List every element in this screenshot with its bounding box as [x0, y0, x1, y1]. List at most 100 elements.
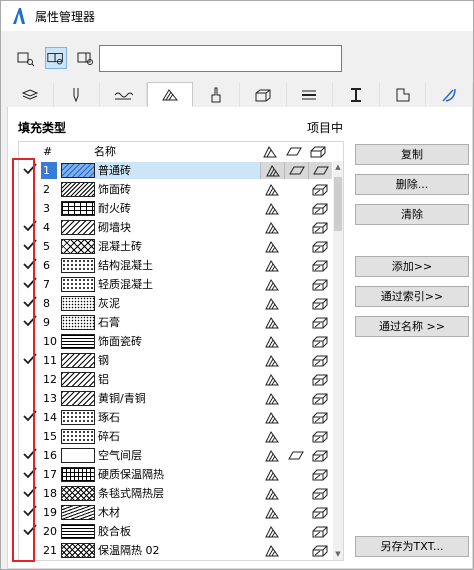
- fill-name: 饰面瓷砖: [98, 335, 142, 348]
- table-row[interactable]: 16 空气间层: [19, 446, 333, 465]
- row-index: 17: [43, 468, 57, 481]
- cover-fill-icon: [308, 523, 332, 540]
- tab-profiles[interactable]: [333, 83, 380, 107]
- check-icon: [23, 352, 37, 364]
- cut-fill-icon: [260, 276, 284, 293]
- row-checkbox[interactable]: [19, 523, 41, 540]
- search-input[interactable]: [99, 45, 342, 72]
- column-header-num[interactable]: #: [41, 142, 91, 161]
- title-bar: 属性管理器: [1, 1, 473, 31]
- row-checkbox[interactable]: [19, 295, 41, 312]
- clear-button[interactable]: 清除: [355, 204, 469, 225]
- column-header-name[interactable]: 名称: [91, 142, 258, 161]
- fill-pattern-swatch: [61, 258, 95, 273]
- row-checkbox[interactable]: [19, 447, 41, 464]
- tab-operation-profiles[interactable]: [426, 83, 473, 107]
- tab-zones[interactable]: [379, 83, 427, 107]
- view-both-icon[interactable]: [45, 47, 67, 69]
- table-row[interactable]: 7 轻质混凝土: [19, 275, 333, 294]
- row-checkbox[interactable]: [19, 238, 41, 255]
- tab-composites[interactable]: [286, 83, 334, 107]
- row-checkbox[interactable]: [19, 162, 41, 179]
- tab-layers[interactable]: [7, 83, 54, 107]
- cover-fill-icon: [308, 504, 332, 521]
- tab-building-materials[interactable]: [240, 83, 287, 107]
- fill-pattern-swatch: [61, 505, 95, 520]
- column-header-cover-fill-icon[interactable]: [306, 142, 330, 161]
- cut-fill-icon: [260, 181, 284, 198]
- tab-pens[interactable]: [53, 83, 101, 107]
- add-button[interactable]: 添加>>: [355, 256, 469, 277]
- row-index: 6: [43, 259, 50, 272]
- column-header-cut-fill-icon[interactable]: [282, 142, 306, 161]
- table-row[interactable]: 4 砌墙块: [19, 218, 333, 237]
- table-row[interactable]: 8 灰泥: [19, 294, 333, 313]
- cover-fill-icon: [308, 333, 332, 350]
- column-header-fill-icon[interactable]: [258, 142, 282, 161]
- duplicate-button[interactable]: 复制: [355, 144, 469, 165]
- empty-cell: [284, 238, 308, 255]
- table-row[interactable]: 17 硬质保温隔热: [19, 465, 333, 484]
- tab-fill-types[interactable]: [146, 82, 194, 107]
- empty-fill-icon: [284, 447, 308, 464]
- fill-pattern-swatch: [61, 353, 95, 368]
- view-mode-toolbar: [15, 45, 105, 71]
- empty-cell: [284, 219, 308, 236]
- scroll-down-icon[interactable]: ▼: [333, 548, 343, 560]
- row-checkbox[interactable]: [19, 276, 41, 293]
- row-index: 3: [43, 202, 50, 215]
- empty-cell: [284, 276, 308, 293]
- view-right-icon[interactable]: [75, 47, 97, 69]
- table-row[interactable]: 12 铝: [19, 370, 333, 389]
- fill-name: 碎石: [98, 430, 120, 443]
- fill-name: 空气间层: [98, 449, 142, 462]
- check-icon: [23, 295, 37, 307]
- table-row[interactable]: 5 混凝土砖: [19, 237, 333, 256]
- cut-fill-icon: [260, 428, 284, 445]
- table-row[interactable]: 11 钢: [19, 351, 333, 370]
- list-scrollbar[interactable]: ▲ ▼: [333, 161, 343, 560]
- fill-name: 结构混凝土: [98, 259, 153, 272]
- fill-pattern-swatch: [61, 486, 95, 501]
- fill-type-list[interactable]: # 名称 1 普通砖 2 饰面砖 3 耐火砖 4 砌墙块 5 混凝土砖 6 结构混凝土 7 轻质混凝土 8 灰…: [18, 141, 344, 561]
- by-index-button[interactable]: 通过索引>>: [355, 286, 469, 307]
- table-row[interactable]: 18 条毯式隔热层: [19, 484, 333, 503]
- table-row[interactable]: 2 饰面砖: [19, 180, 333, 199]
- table-row[interactable]: 14 琢石: [19, 408, 333, 427]
- table-row[interactable]: 19 木材: [19, 503, 333, 522]
- cover-fill-icon: [308, 371, 332, 388]
- empty-cell: [284, 409, 308, 426]
- table-row[interactable]: 3 耐火砖: [19, 199, 333, 218]
- row-checkbox[interactable]: [19, 485, 41, 502]
- table-row[interactable]: 21 保温隔热 02: [19, 541, 333, 560]
- table-row[interactable]: 20 胶合板: [19, 522, 333, 541]
- table-row[interactable]: 1 普通砖: [19, 161, 333, 180]
- table-row[interactable]: 9 石膏: [19, 313, 333, 332]
- view-left-icon[interactable]: [15, 47, 37, 69]
- row-checkbox[interactable]: [19, 352, 41, 369]
- save-as-txt-button[interactable]: 另存为TXT...: [355, 536, 469, 557]
- row-checkbox[interactable]: [19, 219, 41, 236]
- check-icon: [23, 523, 37, 535]
- cover-fill-icon: [308, 409, 332, 426]
- table-row[interactable]: 6 结构混凝土: [19, 256, 333, 275]
- scroll-thumb[interactable]: [334, 177, 342, 231]
- row-checkbox[interactable]: [19, 314, 41, 331]
- cut-fill-icon: [260, 257, 284, 274]
- by-name-button[interactable]: 通过名称 >>: [355, 316, 469, 337]
- scroll-up-icon[interactable]: ▲: [333, 161, 343, 173]
- table-row[interactable]: 13 黄铜/青铜: [19, 389, 333, 408]
- profile-icon: [350, 88, 361, 102]
- tab-line-types[interactable]: [100, 83, 147, 107]
- tab-surfaces[interactable]: [193, 83, 240, 107]
- row-checkbox[interactable]: [19, 257, 41, 274]
- row-checkbox[interactable]: [19, 409, 41, 426]
- cut-fill-icon: [260, 162, 284, 179]
- row-checkbox[interactable]: [19, 466, 41, 483]
- table-row[interactable]: 15 碎石: [19, 427, 333, 446]
- table-row[interactable]: 10 饰面瓷砖: [19, 332, 333, 351]
- empty-cell: [284, 257, 308, 274]
- delete-button[interactable]: 删除...: [355, 174, 469, 195]
- fill-name: 灰泥: [98, 297, 120, 310]
- row-checkbox[interactable]: [19, 504, 41, 521]
